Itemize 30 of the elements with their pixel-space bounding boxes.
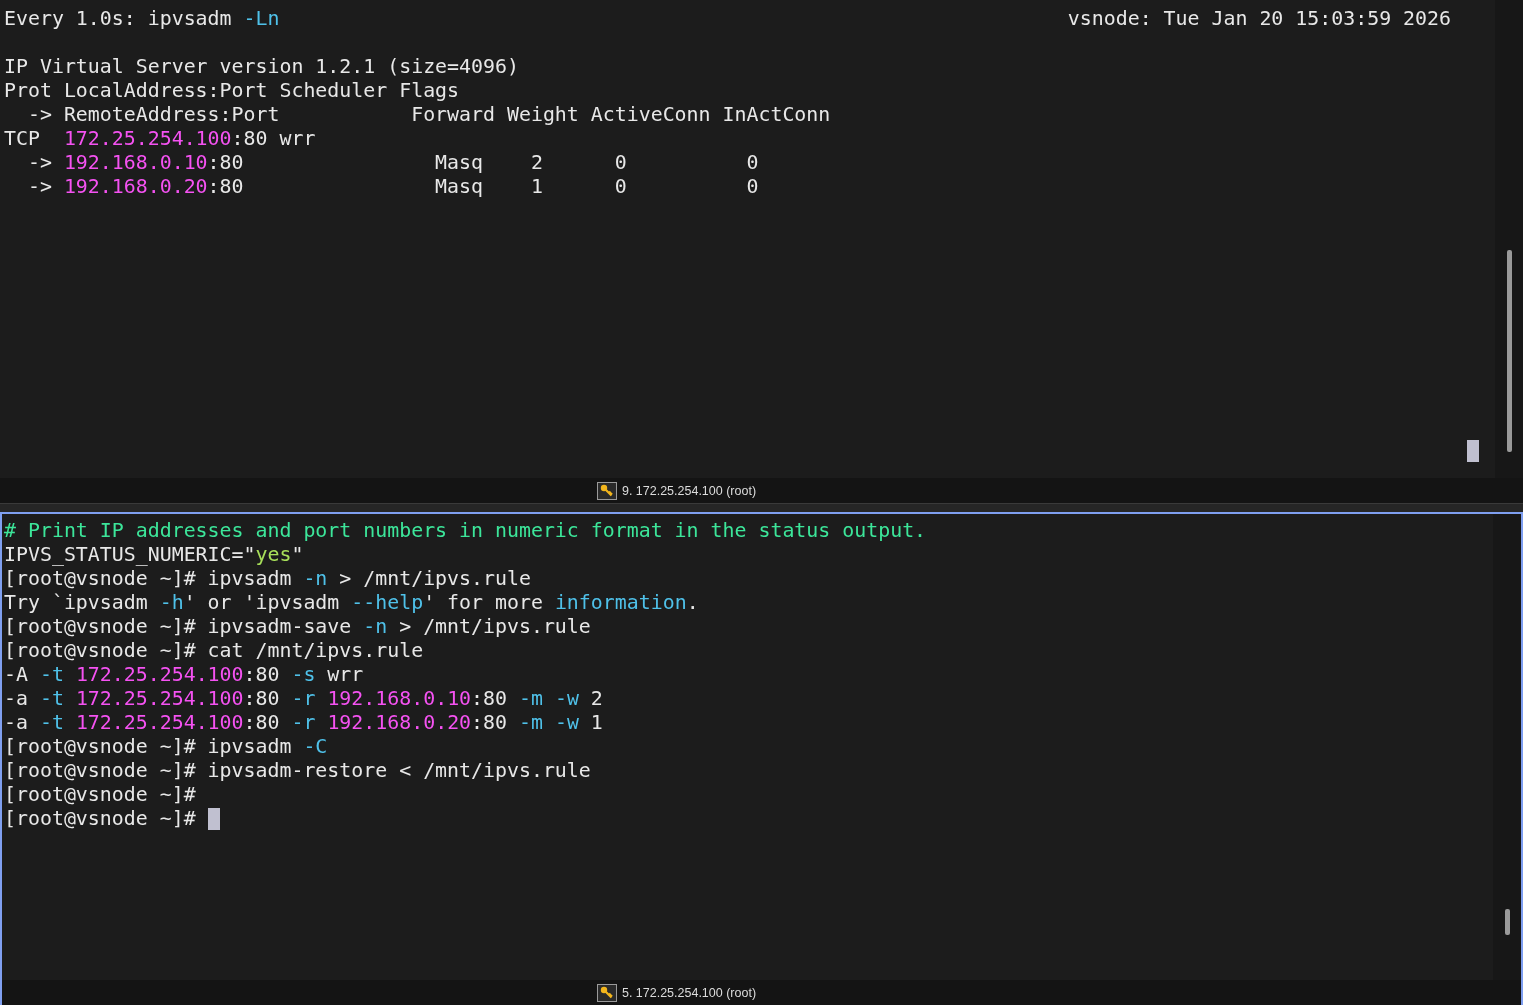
terminal-pane[interactable] bbox=[0, 512, 1523, 1005]
terminal-line: -a -t 172.25.254.100:80 -r 192.168.0.10:80 -m -w 2 bbox=[4, 687, 603, 711]
session-label: 5. 172.25.254.100 (root) bbox=[621, 985, 757, 1000]
terminal-line: [root@vsnode ~]# cat /mnt/ipvs.rule bbox=[4, 639, 424, 663]
terminal-line: IPVS_STATUS_NUMERIC="yes" bbox=[4, 543, 304, 567]
session-label: 9. 172.25.254.100 (root) bbox=[621, 483, 757, 498]
terminal-line: Prot LocalAddress:Port Scheduler Flags bbox=[4, 79, 460, 103]
terminal-line: -> RemoteAddress:Port Forward Weight ActiveConn InActConn bbox=[26, 103, 831, 127]
scrollbar-thumb[interactable] bbox=[1506, 250, 1512, 452]
key-icon bbox=[596, 983, 617, 1002]
terminal-line: -A -t 172.25.254.100:80 -s wrr bbox=[4, 663, 364, 687]
host-time: vsnode: Tue Jan 20 15:03:59 2026 bbox=[1067, 7, 1451, 31]
terminal-line: [root@vsnode ~]# ipvsadm-restore < /mnt/ipvs.rule bbox=[4, 759, 591, 783]
terminal-line: [root@vsnode ~]# bbox=[4, 783, 196, 807]
terminal-line: TCP 172.25.254.100:80 wrr bbox=[4, 127, 316, 151]
terminal-line: -> 192.168.0.10:80 Masq 2 0 0 bbox=[26, 151, 759, 175]
terminal-line: Try `ipvsadm -h' or 'ipvsadm --help' for more information. bbox=[4, 591, 699, 615]
terminal-line: -a -t 172.25.254.100:80 -r 192.168.0.20:80 -m -w 1 bbox=[4, 711, 603, 735]
scrollbar[interactable] bbox=[1493, 514, 1521, 980]
scrollbar[interactable] bbox=[1495, 0, 1523, 478]
key-icon bbox=[596, 481, 617, 500]
terminal-line: # Print IP addresses and port numbers in numeric format in the status output. bbox=[4, 519, 927, 543]
terminal-line: [root@vsnode ~]# ipvsadm -C bbox=[4, 735, 328, 759]
terminal-line: [root@vsnode ~]# ipvsadm-save -n > /mnt/ipvs.rule bbox=[4, 615, 591, 639]
terminal-line: -> 192.168.0.20:80 Masq 1 0 0 bbox=[26, 175, 759, 199]
terminal-line: [root@vsnode ~]# ipvsadm -n > /mnt/ipvs.rule bbox=[4, 567, 531, 591]
terminal-line: IP Virtual Server version 1.2.1 (size=4096) bbox=[4, 55, 519, 79]
scrollbar-thumb[interactable] bbox=[1504, 909, 1510, 935]
terminal-line: [root@vsnode ~]# bbox=[4, 807, 197, 831]
watch-command: Every 1.0s: ipvsadm -Ln bbox=[4, 7, 280, 31]
